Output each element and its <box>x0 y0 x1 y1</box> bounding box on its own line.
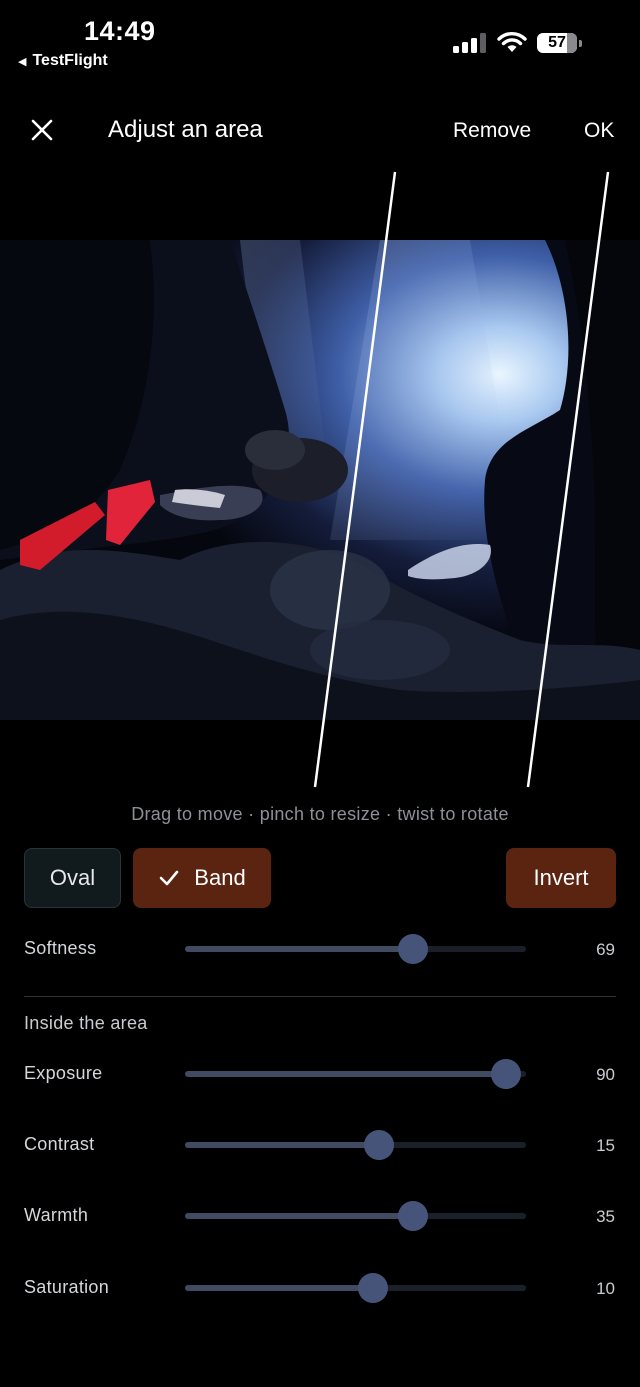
slider-thumb[interactable] <box>357 1273 388 1303</box>
invert-button[interactable]: Invert <box>506 848 616 908</box>
invert-button-label: Invert <box>533 865 589 890</box>
contrast-label: Contrast <box>24 1134 95 1154</box>
remove-button[interactable]: Remove <box>453 119 531 143</box>
softness-value: 69 <box>596 940 615 959</box>
photo-preview[interactable] <box>0 240 640 720</box>
status-time: 14:49 <box>84 16 156 46</box>
exposure-value: 90 <box>596 1065 615 1084</box>
cellular-signal-icon <box>453 33 486 53</box>
gesture-hint: Drag to move · pinch to resize · twist t… <box>131 804 509 824</box>
oval-button-label: Oval <box>49 865 96 890</box>
warmth-slider[interactable] <box>185 1201 526 1231</box>
slider-thumb[interactable] <box>490 1059 521 1089</box>
band-button-label: Band <box>194 865 246 890</box>
contrast-slider[interactable] <box>185 1130 526 1160</box>
battery-indicator: 57 <box>537 33 585 55</box>
slider-thumb[interactable] <box>364 1130 395 1160</box>
section-title: Inside the area <box>24 1013 148 1033</box>
saturation-slider[interactable] <box>185 1273 526 1303</box>
slider-fill <box>185 1213 414 1219</box>
contrast-value: 15 <box>596 1136 615 1155</box>
ok-button[interactable]: OK <box>584 119 614 143</box>
softness-label: Softness <box>24 938 97 958</box>
wifi-icon <box>497 32 527 52</box>
exposure-slider[interactable] <box>185 1059 526 1089</box>
slider-thumb[interactable] <box>398 934 429 964</box>
section-divider <box>24 996 616 997</box>
slider-fill <box>185 1071 506 1077</box>
close-icon[interactable] <box>26 114 58 146</box>
slider-fill <box>185 946 414 952</box>
battery-level: 57 <box>548 34 566 51</box>
warmth-value: 35 <box>596 1207 615 1226</box>
slider-thumb[interactable] <box>398 1201 429 1231</box>
oval-button[interactable]: Oval <box>24 848 121 908</box>
softness-slider[interactable] <box>185 934 526 964</box>
saturation-label: Saturation <box>24 1277 110 1297</box>
back-to-testflight[interactable]: ◀ TestFlight <box>18 52 108 70</box>
page-title: Adjust an area <box>108 116 263 143</box>
slider-fill <box>185 1142 380 1148</box>
warmth-label: Warmth <box>24 1205 89 1225</box>
band-button[interactable]: Band <box>133 848 271 908</box>
saturation-value: 10 <box>596 1279 615 1298</box>
slider-fill <box>185 1285 373 1291</box>
back-arrow-icon: ◀ <box>18 55 27 68</box>
checkmark-icon <box>159 870 179 886</box>
back-app-label: TestFlight <box>32 52 108 69</box>
exposure-label: Exposure <box>24 1063 103 1083</box>
